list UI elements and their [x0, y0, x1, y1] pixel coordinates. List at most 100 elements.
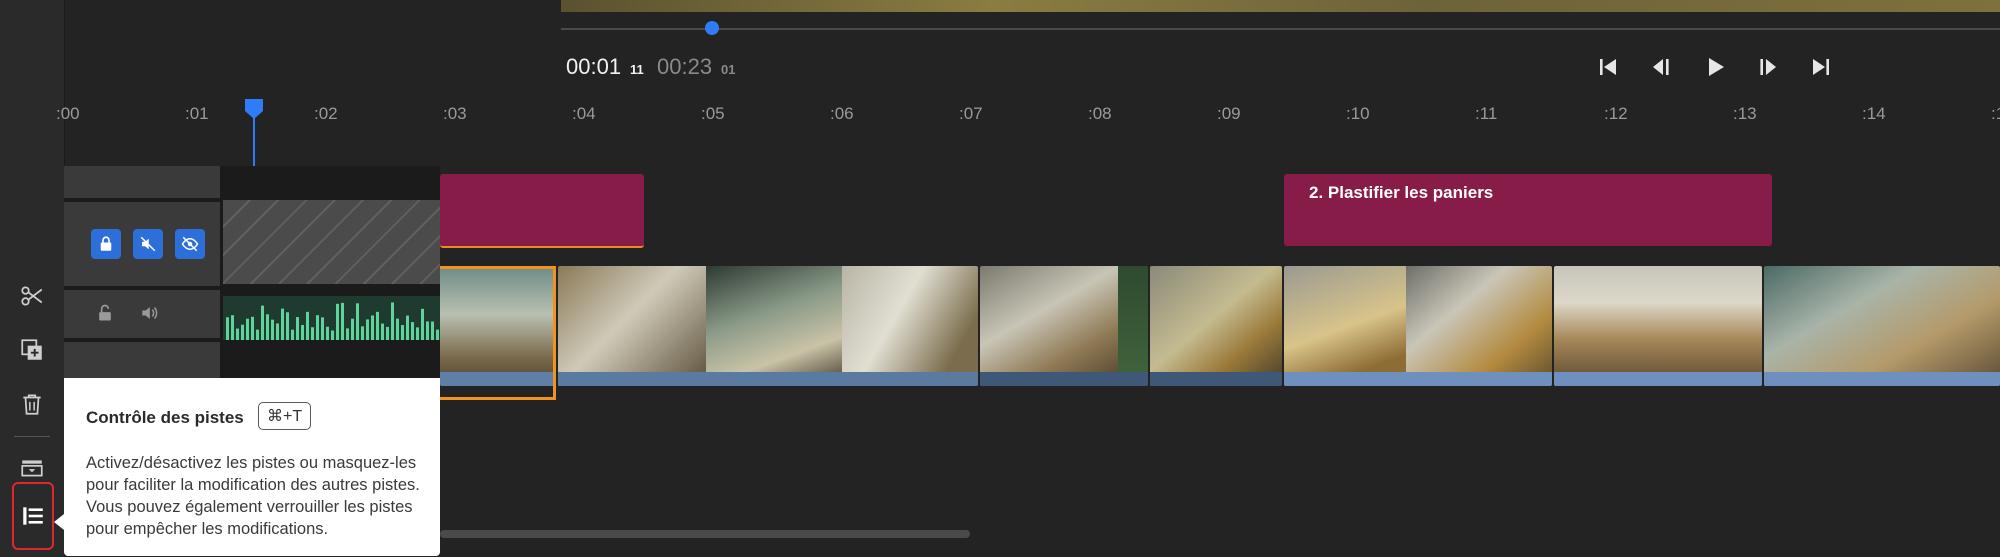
split-clip-button[interactable]	[12, 276, 52, 316]
ruler-tick-label: :04	[572, 104, 596, 123]
step-back-button[interactable]	[1646, 52, 1676, 82]
waveform-bar	[306, 311, 309, 340]
waveform-bar	[401, 325, 404, 340]
keyboard-shortcut-badge: ⌘+T	[258, 402, 312, 430]
waveform-bar	[381, 323, 384, 340]
empty-track-header	[64, 342, 220, 378]
waveform-bar	[411, 322, 414, 340]
waveform-bar	[361, 326, 364, 340]
scrubber-track[interactable]	[561, 28, 2000, 30]
waveform-bar	[281, 308, 284, 340]
waveform-bar	[311, 327, 314, 340]
play-icon	[1709, 58, 1724, 76]
waveform-bar	[291, 329, 294, 340]
ruler-tick-label: :10	[1346, 104, 1370, 123]
horizontal-scrollbar[interactable]	[440, 530, 970, 538]
tooltip-title: Contrôle des pistes	[86, 408, 244, 427]
waveform-bar	[391, 302, 394, 340]
skip-to-end-button[interactable]	[1806, 52, 1836, 82]
playhead-handle[interactable]	[244, 98, 264, 120]
delete-clip-button[interactable]	[12, 384, 52, 424]
ruler-tick-label: :00	[56, 104, 80, 123]
waveform-bar	[406, 315, 409, 340]
video-clip[interactable]	[1764, 266, 2000, 386]
audio-lock-button[interactable]	[92, 300, 118, 326]
video-clip[interactable]	[1284, 266, 1552, 386]
speaker-icon	[142, 307, 158, 319]
waveform-bar	[301, 324, 304, 340]
video-clip[interactable]	[1554, 266, 1762, 386]
waveform-bar	[246, 318, 249, 340]
waveform-bar	[386, 326, 389, 340]
track-settings-button[interactable]	[12, 448, 52, 488]
track-control-icon	[23, 507, 43, 525]
video-clip[interactable]	[558, 266, 978, 386]
waveform-bar	[341, 302, 344, 340]
ruler-tick-label: :14	[1862, 104, 1886, 123]
step-forward-icon	[1760, 59, 1776, 75]
waveform-bar	[321, 317, 324, 340]
scissors-icon	[21, 286, 43, 306]
ruler-tick-label: :06	[830, 104, 854, 123]
track-control-button[interactable]	[12, 482, 54, 550]
audio-volume-button[interactable]	[136, 300, 162, 326]
mute-track-button[interactable]	[133, 229, 163, 259]
title-clip[interactable]: 2. Plastifier les paniers	[1284, 174, 1772, 246]
waveform-bar	[336, 303, 339, 340]
track-settings-icon	[21, 460, 43, 477]
waveform-bar	[351, 318, 354, 340]
waveform-bar	[371, 315, 374, 340]
title-clip[interactable]	[440, 174, 644, 248]
waveform-bar	[346, 328, 349, 340]
waveform-bar	[241, 324, 244, 340]
skip-to-end-icon	[1813, 59, 1829, 75]
video-preview	[561, 0, 2000, 12]
play-button[interactable]	[1700, 52, 1730, 82]
waveform-bar	[416, 327, 419, 340]
ruler-tick-label: :01	[185, 104, 209, 123]
waveform-bar	[331, 330, 334, 340]
tooltip-pointer	[54, 514, 64, 530]
hide-track-button[interactable]	[175, 229, 205, 259]
lock-track-button[interactable]	[91, 229, 121, 259]
toolbar-divider	[14, 436, 50, 437]
current-timecode-frames: 11	[630, 62, 644, 77]
waveform-bar	[316, 315, 319, 340]
title-clip-label: 2. Plastifier les paniers	[1309, 183, 1494, 202]
waveform-bar	[421, 308, 424, 340]
waveform-bar	[431, 321, 434, 340]
muted-speaker-icon	[140, 236, 156, 252]
total-timecode: 00:23	[657, 54, 713, 79]
waveform-bar	[271, 319, 274, 340]
track-control-tooltip: Contrôle des pistes ⌘+T Activez/désactiv…	[64, 378, 440, 556]
scrubber-handle[interactable]	[705, 21, 719, 35]
video-clip[interactable]	[1150, 266, 1282, 386]
duplicate-clip-button[interactable]	[12, 330, 52, 370]
title-track-header	[64, 166, 220, 198]
waveform-bar	[256, 329, 259, 340]
waveform-bar	[296, 317, 299, 340]
waveform-bar	[356, 303, 359, 340]
video-clip[interactable]	[980, 266, 1148, 386]
step-forward-button[interactable]	[1753, 52, 1783, 82]
skip-to-start-icon	[1600, 59, 1616, 75]
ruler-tick-label: :12	[1604, 104, 1628, 123]
timeline-ruler[interactable]	[64, 96, 2000, 126]
waveform-bar	[366, 319, 369, 340]
hidden-eye-icon	[181, 236, 199, 252]
tooltip-description: Activez/désactivez les pistes ou masquez…	[86, 454, 420, 538]
ruler-tick-label: :11	[1475, 104, 1498, 123]
ruler-tick-label: :02	[314, 104, 338, 123]
waveform-bar	[426, 321, 429, 340]
waveform-bar	[236, 328, 239, 340]
selected-clip-outline	[440, 266, 556, 400]
waveform-bar	[251, 316, 254, 340]
skip-to-start-button[interactable]	[1593, 52, 1623, 82]
trash-icon	[23, 394, 41, 415]
audio-waveform	[223, 296, 440, 340]
ruler-tick-label: :07	[959, 104, 983, 123]
lock-icon	[100, 236, 112, 251]
waveform-bar	[261, 305, 264, 340]
waveform-bar	[286, 312, 289, 340]
ruler-tick-label: :09	[1217, 104, 1241, 123]
